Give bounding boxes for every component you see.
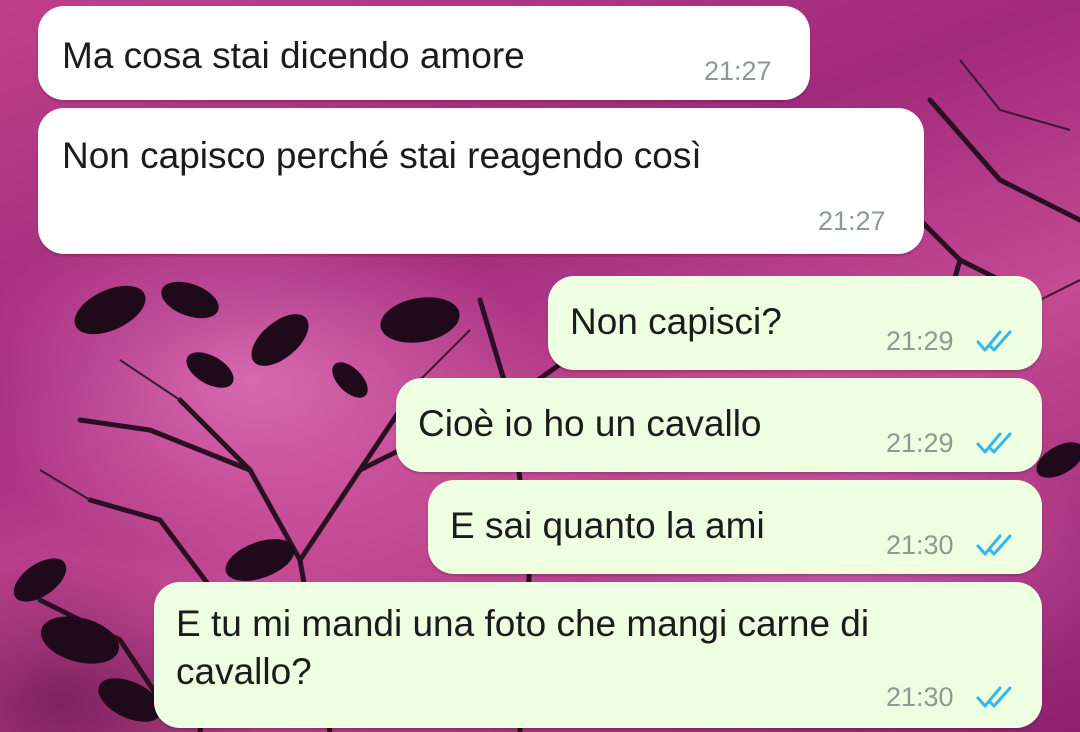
outgoing-message-bubble[interactable]: Cioè io ho un cavallo 21:29 [396,378,1042,472]
message-text: Ma cosa stai dicendo amore [62,35,525,76]
message-text: E tu mi mandi una foto che mangi carne d… [176,603,870,692]
message-timestamp: 21:30 [886,530,954,560]
message-text: Non capisci? [570,301,782,342]
message-timestamp: 21:27 [818,206,886,236]
message-timestamp: 21:27 [704,56,772,86]
incoming-message-bubble[interactable]: Non capisco perché stai reagendo così 21… [38,108,924,254]
outgoing-message-bubble[interactable]: Non capisci? 21:29 [548,276,1042,370]
message-text: E sai quanto la ami [450,505,765,546]
message-timestamp: 21:29 [886,428,954,458]
message-text: Cioè io ho un cavallo [418,403,762,444]
message-list[interactable]: Ma cosa stai dicendo amore 21:27 Non cap… [0,0,1080,732]
read-double-check-icon [976,432,1012,454]
outgoing-message-bubble[interactable]: E sai quanto la ami 21:30 [428,480,1042,574]
read-double-check-icon [976,330,1012,352]
read-double-check-icon [976,534,1012,556]
read-double-check-icon [976,686,1012,708]
incoming-message-bubble[interactable]: Ma cosa stai dicendo amore 21:27 [38,6,810,100]
message-text: Non capisco perché stai reagendo così [62,135,702,176]
message-timestamp: 21:29 [886,326,954,356]
message-timestamp: 21:30 [886,682,954,712]
outgoing-message-bubble[interactable]: E tu mi mandi una foto che mangi carne d… [154,582,1042,728]
